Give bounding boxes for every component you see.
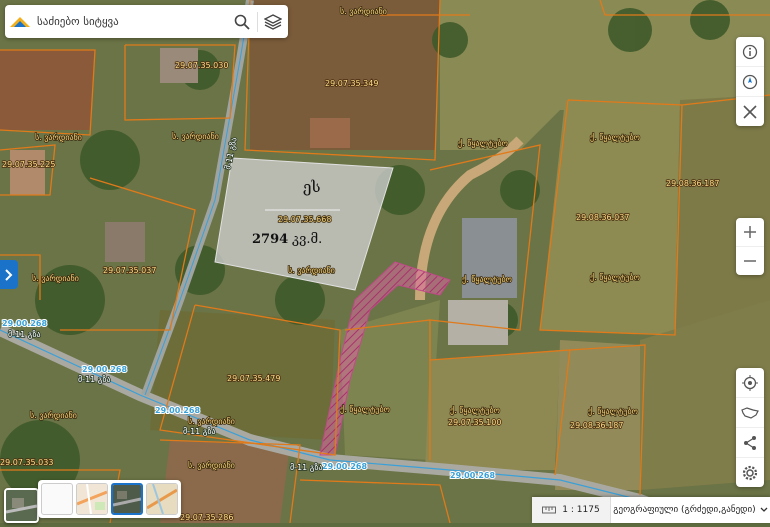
road-number-label: 29.00.268 bbox=[450, 471, 495, 480]
parcel-owner-label: ქ. წყალტუბო bbox=[590, 132, 640, 142]
map-canvas[interactable]: ეს 29.07.35.668 2794 კვ.მ. ს. ვარდიანი 2… bbox=[0, 0, 770, 527]
settings-icon[interactable] bbox=[736, 457, 764, 487]
scale-text: 1 : 1175 bbox=[562, 505, 600, 515]
parcel-code-label: 29.08.36.187 bbox=[570, 421, 623, 430]
basemap-topo[interactable] bbox=[146, 483, 178, 515]
zoom-controls bbox=[736, 218, 764, 275]
search-icon[interactable] bbox=[227, 5, 257, 38]
share-icon[interactable] bbox=[736, 427, 764, 457]
parcel-code-label: 29.07.35.225 bbox=[2, 160, 55, 169]
map-actions-group bbox=[736, 368, 764, 487]
selected-parcel-area: 2794 bbox=[252, 232, 288, 247]
parcel-code-label: 29.07.35.037 bbox=[103, 266, 156, 275]
building bbox=[10, 150, 45, 195]
parcel-code-label: 29.07.35.033 bbox=[0, 458, 53, 467]
parcel-owner-label: ს. ვარდიანი bbox=[32, 273, 79, 283]
parcel-owner-label: ქ. წყალტუბო bbox=[450, 405, 500, 415]
selected-parcel-unit: კვ.მ. bbox=[292, 232, 322, 247]
parcel-code-label: 29.07.35.479 bbox=[227, 374, 280, 383]
expand-panel-button[interactable] bbox=[0, 260, 18, 289]
parcel-owner-label: ს. ვარდიანი bbox=[188, 460, 235, 470]
building bbox=[462, 218, 517, 298]
zoom-out-icon[interactable] bbox=[736, 246, 764, 275]
selected-parcel-code: ეს bbox=[303, 178, 321, 196]
parcel-owner-label: ქ. წყალტუბო bbox=[588, 406, 638, 416]
road-number-label: 29.00.268 bbox=[82, 365, 127, 374]
scale-indicator: 1 : 1175 bbox=[532, 497, 611, 523]
road-number-label: 29.00.268 bbox=[155, 406, 200, 415]
parcel-code-label: 29.08.36.037 bbox=[576, 213, 629, 222]
basemap-blank[interactable] bbox=[41, 483, 73, 515]
parcel-owner-label: ს. ვარდიანი bbox=[340, 6, 387, 16]
zoom-in-icon[interactable] bbox=[736, 218, 764, 246]
map-georgia-icon[interactable] bbox=[736, 397, 764, 427]
parcel-owner-label: ქ. წყალტუბო bbox=[458, 138, 508, 148]
selected-parcel-owner: ს. ვარდიანი bbox=[288, 265, 335, 275]
search-bar[interactable]: საძიებო სიტყვა bbox=[5, 5, 288, 38]
parcel-code-label: 29.07.35.100 bbox=[448, 418, 501, 427]
building bbox=[310, 118, 350, 148]
parcel-owner-label: ს. ვარდიანი bbox=[30, 410, 77, 420]
parcel-code-label: 29.07.35.286 bbox=[180, 513, 233, 522]
projection-select[interactable]: გეოგრაფიული (გრძედი,განედი) bbox=[611, 505, 770, 515]
search-input[interactable]: საძიებო სიტყვა bbox=[35, 15, 227, 28]
parcel-code-label: 29.08.36.187 bbox=[666, 179, 719, 188]
layers-icon[interactable] bbox=[258, 5, 288, 38]
projection-label: გეოგრაფიული (გრძედი,განედი) bbox=[613, 505, 756, 515]
satellite-map[interactable]: ეს 29.07.35.668 2794 კვ.მ. ს. ვარდიანი 2… bbox=[0, 0, 770, 527]
location-icon[interactable] bbox=[736, 368, 764, 397]
field bbox=[0, 50, 95, 130]
compass-icon[interactable] bbox=[736, 66, 764, 96]
status-bar: 1 : 1175 გეოგრაფიული (გრძედი,განედი) bbox=[532, 497, 770, 523]
field bbox=[675, 95, 770, 335]
measure-icon[interactable] bbox=[736, 96, 764, 126]
chevron-right-icon bbox=[5, 268, 13, 281]
selected-parcel-cadastral: 29.07.35.668 bbox=[278, 215, 331, 224]
parcel-code-label: 29.07.35.349 bbox=[325, 79, 378, 88]
parcel-owner-label: ქ. წყალტუბო bbox=[590, 272, 640, 282]
info-icon[interactable] bbox=[736, 37, 764, 66]
parcel-code-label: 29.07.35.030 bbox=[175, 61, 228, 70]
parcel-owner-label: ს. ვარდიანი bbox=[188, 416, 235, 426]
road-number-label: 29.00.268 bbox=[322, 462, 367, 471]
basemap-streets[interactable] bbox=[76, 483, 108, 515]
tools-group bbox=[736, 37, 764, 126]
road-name-label: მ-11 გზა bbox=[8, 329, 41, 339]
building bbox=[105, 222, 145, 262]
basemap-toggle[interactable] bbox=[4, 488, 39, 523]
road-name-label: მ-11 გზა bbox=[78, 374, 111, 384]
basemap-panel bbox=[38, 480, 181, 518]
parcel-owner-label: ს. ვარდიანი bbox=[172, 131, 219, 141]
road-number-label: 29.00.268 bbox=[2, 319, 47, 328]
ruler-icon bbox=[542, 506, 557, 514]
road-name-label: მ-11 გზა bbox=[290, 462, 323, 472]
parcel-owner-label: ს. ვარდიანი bbox=[35, 132, 82, 142]
parcel-owner-label: ქ. წყალტუბო bbox=[340, 404, 390, 414]
app-logo bbox=[5, 5, 35, 38]
parcel-owner-label: ქ. წყალტუბო bbox=[462, 274, 512, 284]
basemap-satellite[interactable] bbox=[111, 483, 143, 515]
road-name-label: მ-11 გზა bbox=[183, 426, 216, 436]
chevron-down-icon bbox=[760, 507, 768, 512]
